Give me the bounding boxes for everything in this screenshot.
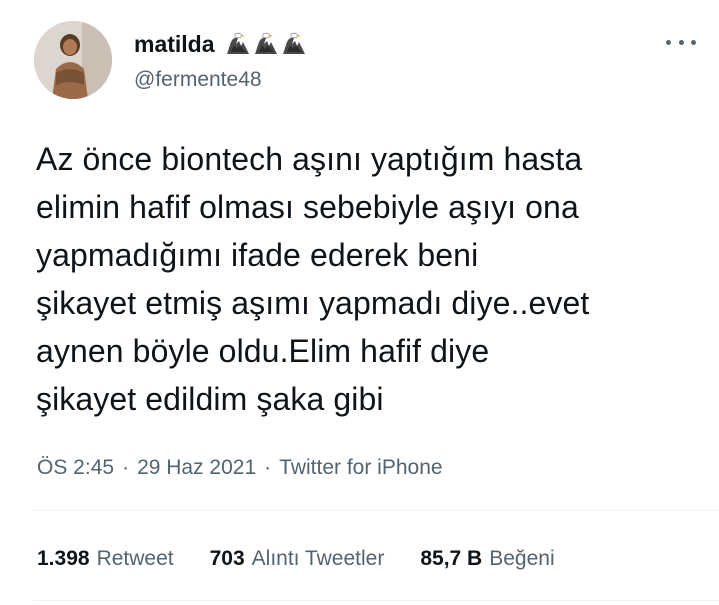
tweet-date[interactable]: 29 Haz 2021 [137, 454, 256, 482]
tweet-time[interactable]: ÖS 2:45 [37, 454, 114, 482]
divider [34, 600, 719, 601]
tweet-stats: 1.398 Retweet 703 Alıntı Tweetler 85,7 B… [37, 545, 555, 573]
meta-separator: · [264, 456, 272, 479]
likes-stat[interactable]: 85,7 B Beğeni [420, 545, 554, 573]
eagle-emoji-icon [226, 32, 249, 54]
quotes-count: 703 [209, 547, 245, 570]
likes-label: Beğeni [489, 547, 555, 570]
retweets-label: Retweet [96, 547, 174, 570]
display-name[interactable]: matilda [134, 30, 215, 58]
meta-separator: · [122, 456, 130, 479]
name-emojis [225, 32, 307, 56]
divider [34, 510, 719, 511]
quotes-label: Alıntı Tweetler [251, 547, 385, 570]
more-dot [678, 39, 684, 45]
user-name-row: matilda [134, 30, 307, 58]
retweets-count: 1.398 [37, 547, 90, 570]
more-options-icon[interactable] [666, 32, 696, 52]
more-dot [666, 39, 671, 45]
quotes-stat[interactable]: 703 Alıntı Tweetler [210, 545, 385, 573]
tweet-card: matilda @fermente48 Az önce biontech aşı… [0, 0, 719, 605]
eagle-emoji-icon [254, 32, 277, 54]
avatar-photo [34, 21, 112, 99]
user-handle[interactable]: @fermente48 [134, 67, 262, 93]
likes-count: 85,7 B [420, 547, 483, 570]
retweets-stat[interactable]: 1.398 Retweet [37, 545, 174, 573]
more-dot [691, 39, 696, 45]
tweet-metadata: ÖS 2:45 · 29 Haz 2021 · Twitter for iPho… [37, 454, 443, 482]
tweet-text: Az önce biontech aşını yaptığım hasta el… [36, 141, 590, 417]
avatar[interactable] [34, 21, 112, 99]
tweet-source[interactable]: Twitter for iPhone [279, 454, 442, 482]
eagle-emoji-icon [282, 32, 305, 54]
